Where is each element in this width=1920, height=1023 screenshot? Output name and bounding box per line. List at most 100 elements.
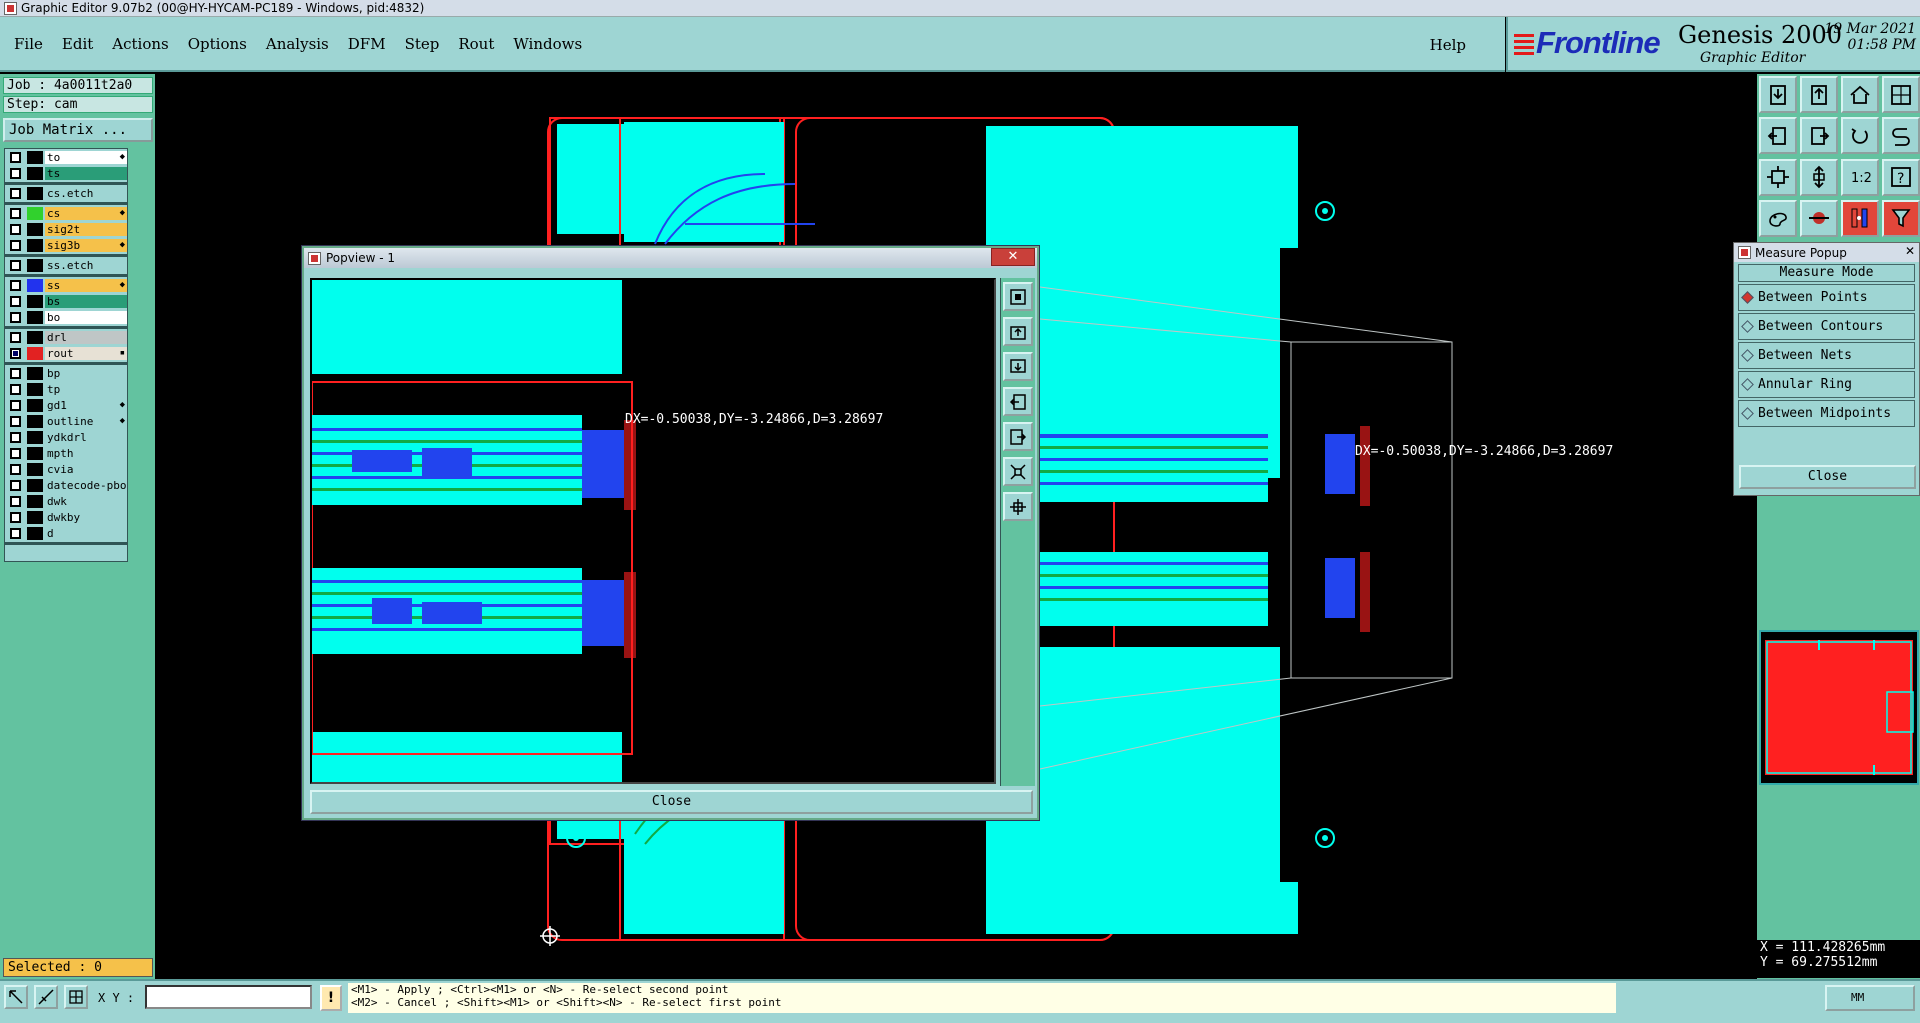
layer-name[interactable]: cs ◆ — [45, 207, 127, 220]
snap-button[interactable] — [1882, 117, 1920, 155]
popview-page-up-button[interactable] — [1003, 317, 1033, 346]
layer-checkbox[interactable] — [10, 480, 21, 491]
layer-name[interactable]: datecode-pbo — [45, 479, 127, 492]
menu-help[interactable]: Help — [1430, 36, 1466, 54]
layer-name[interactable]: d — [45, 527, 127, 540]
layer-color-swatch[interactable] — [27, 511, 43, 524]
popview-canvas[interactable]: DX=-0.50038,DY=-3.24866,D=3.28697 — [310, 278, 996, 784]
layer-name[interactable]: ss.etch — [45, 259, 127, 272]
layer-name[interactable]: to ◆ — [45, 151, 127, 164]
layer-checkbox[interactable] — [10, 528, 21, 539]
popview-page-left-button[interactable] — [1003, 387, 1033, 416]
overview-minimap[interactable] — [1759, 630, 1919, 785]
popview-page-right-button[interactable] — [1003, 422, 1033, 451]
menu-file[interactable]: File — [14, 35, 43, 53]
zoom-fit-button[interactable] — [1882, 76, 1920, 113]
layer-checkbox[interactable] — [10, 400, 21, 411]
layer-checkbox[interactable] — [10, 332, 21, 343]
layer-name[interactable]: cs.etch — [45, 187, 127, 200]
job-matrix-button[interactable]: Job Matrix ... — [3, 118, 153, 142]
filter-button[interactable] — [1882, 199, 1920, 237]
layer-checkbox[interactable] — [10, 464, 21, 475]
layer-row[interactable]: drl — [5, 330, 127, 345]
layer-color-swatch[interactable] — [27, 527, 43, 540]
layer-row[interactable]: ts — [5, 166, 127, 181]
palette-button[interactable] — [1759, 199, 1797, 237]
layer-color-swatch[interactable] — [27, 331, 43, 344]
layer-checkbox[interactable] — [10, 448, 21, 459]
layer-row[interactable]: dwk — [5, 494, 127, 509]
popview-page-down-button[interactable] — [1003, 352, 1033, 381]
layer-row[interactable]: mpth — [5, 446, 127, 461]
menu-edit[interactable]: Edit — [62, 35, 93, 53]
measure-option[interactable]: Between Nets — [1738, 342, 1915, 369]
layer-row[interactable]: sig2t — [5, 222, 127, 237]
layer-name[interactable]: bp — [45, 367, 127, 380]
help-button[interactable]: ? — [1882, 158, 1920, 196]
layer-checkbox[interactable] — [10, 312, 21, 323]
popview-close-button[interactable]: Close — [310, 790, 1033, 814]
zoom-vertical-button[interactable] — [1800, 158, 1838, 196]
measure-option[interactable]: Between Contours — [1738, 313, 1915, 340]
measure-option[interactable]: Between Midpoints — [1738, 400, 1915, 427]
layer-row[interactable]: cs.etch — [5, 186, 127, 201]
layer-row[interactable]: gd1 ◆ — [5, 398, 127, 413]
rotate-button[interactable] — [1841, 117, 1879, 155]
layer-color-swatch[interactable] — [27, 383, 43, 396]
layer-name[interactable]: gd1 ◆ — [45, 399, 127, 412]
layer-row[interactable]: bo — [5, 310, 127, 325]
popview-close-x-button[interactable]: ✕ — [991, 248, 1035, 266]
layer-row[interactable]: dwkby — [5, 510, 127, 525]
menu-options[interactable]: Options — [188, 35, 247, 53]
layer-checkbox[interactable] — [10, 296, 21, 307]
home-button[interactable] — [1841, 76, 1879, 113]
layer-checkbox[interactable] — [10, 224, 21, 235]
layer-checkbox[interactable] — [10, 168, 21, 179]
zoom-horizontal-button[interactable] — [1759, 158, 1797, 196]
layer-color-swatch[interactable] — [27, 479, 43, 492]
layer-color-swatch[interactable] — [27, 279, 43, 292]
layer-checkbox[interactable] — [10, 240, 21, 251]
layer-color-swatch[interactable] — [27, 399, 43, 412]
layer-color-swatch[interactable] — [27, 415, 43, 428]
layer-color-swatch[interactable] — [27, 431, 43, 444]
measure-option[interactable]: Annular Ring — [1738, 371, 1915, 398]
layer-row[interactable]: cvia — [5, 462, 127, 477]
measure-close-button[interactable]: Close — [1739, 465, 1916, 489]
menu-windows[interactable]: Windows — [513, 35, 582, 53]
menu-analysis[interactable]: Analysis — [266, 35, 329, 53]
hint-button[interactable]: ! — [320, 985, 342, 1011]
grid-mode-button[interactable] — [64, 985, 88, 1009]
layer-name[interactable]: rout ▪ — [45, 347, 127, 360]
layer-row[interactable]: datecode-pbo — [5, 478, 127, 493]
snap-mode-button[interactable] — [34, 985, 58, 1009]
layer-color-swatch[interactable] — [27, 295, 43, 308]
layer-color-swatch[interactable] — [27, 311, 43, 324]
measure-option[interactable]: Between Points — [1738, 284, 1915, 311]
layer-row[interactable]: ss.etch — [5, 258, 127, 273]
layer-color-swatch[interactable] — [27, 447, 43, 460]
layer-row[interactable]: sig3b ◆ — [5, 238, 127, 253]
layer-checkbox[interactable] — [10, 432, 21, 443]
layer-color-swatch[interactable] — [27, 207, 43, 220]
layer-row[interactable]: ss ◆ — [5, 278, 127, 293]
layer-checkbox[interactable] — [10, 384, 21, 395]
layer-name[interactable]: outline ◆ — [45, 415, 127, 428]
layer-name[interactable]: mpth — [45, 447, 127, 460]
layer-name[interactable]: ts — [45, 167, 127, 180]
layers-button[interactable] — [1841, 199, 1879, 237]
layer-checkbox[interactable] — [10, 368, 21, 379]
layer-checkbox[interactable] — [10, 348, 21, 359]
popview-fit-button[interactable] — [1003, 457, 1033, 486]
measure-popup-close-icon[interactable]: ✕ — [1905, 244, 1915, 258]
xy-input[interactable] — [145, 985, 312, 1009]
export-button[interactable] — [1800, 76, 1838, 113]
layer-checkbox[interactable] — [10, 188, 21, 199]
layer-row[interactable]: d — [5, 526, 127, 541]
layer-checkbox[interactable] — [10, 280, 21, 291]
layer-color-swatch[interactable] — [27, 367, 43, 380]
layer-color-swatch[interactable] — [27, 151, 43, 164]
layer-color-swatch[interactable] — [27, 167, 43, 180]
menu-step[interactable]: Step — [405, 35, 440, 53]
layer-checkbox[interactable] — [10, 260, 21, 271]
